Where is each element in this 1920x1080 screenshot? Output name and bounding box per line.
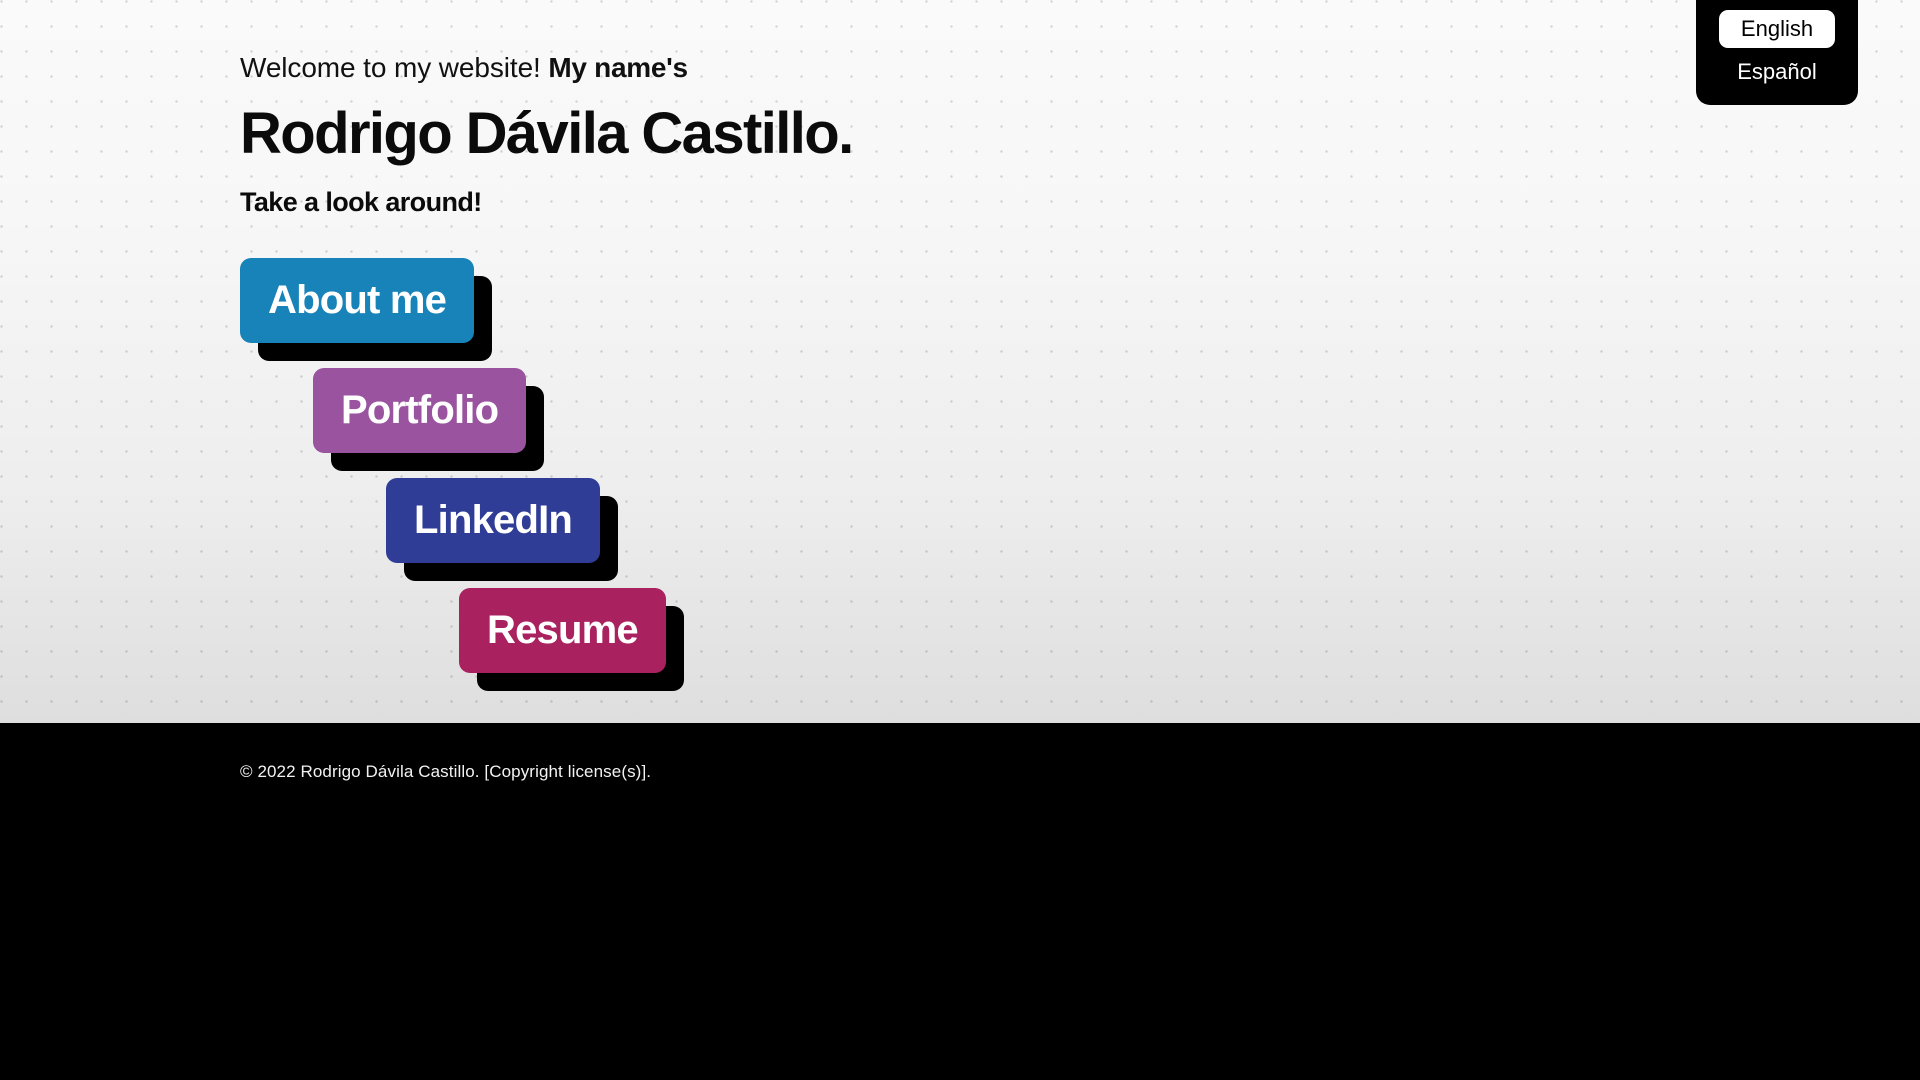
nav-row: Resume [240, 588, 666, 698]
tagline: Take a look around! [240, 187, 482, 217]
language-switcher[interactable]: English Español [1696, 0, 1858, 105]
nav-button-stack: About me Portfolio LinkedIn Resume [240, 258, 666, 698]
welcome-bold-text: My name's [548, 52, 688, 83]
nav-row: About me [240, 258, 666, 368]
language-option-english[interactable]: English [1718, 10, 1836, 48]
footer: © 2022 Rodrigo Dávila Castillo. [Copyrig… [0, 723, 1920, 1080]
nav-row: LinkedIn [240, 478, 666, 588]
about-me-button[interactable]: About me [240, 258, 475, 343]
hero-section: English Español Welcome to my website! M… [0, 0, 1920, 723]
language-option-spanish[interactable]: Español [1715, 53, 1839, 91]
linkedin-button[interactable]: LinkedIn [386, 478, 601, 563]
nav-row: Portfolio [240, 368, 666, 478]
copyright-text: © 2022 Rodrigo Dávila Castillo. [Copyrig… [240, 762, 652, 781]
page-title: Rodrigo Dávila Castillo. [240, 101, 854, 166]
welcome-text: Welcome to my website! [240, 52, 549, 83]
portfolio-button[interactable]: Portfolio [313, 368, 527, 453]
intro-block: Welcome to my website! My name's Rodrigo… [240, 50, 854, 219]
welcome-line: Welcome to my website! My name's [240, 50, 853, 86]
resume-button[interactable]: Resume [459, 588, 666, 673]
